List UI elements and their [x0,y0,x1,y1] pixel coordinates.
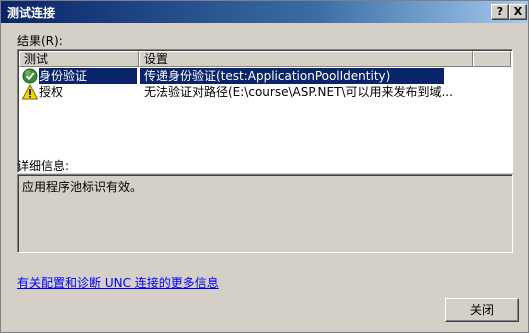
window-title: 测试连接 [7,6,56,20]
listview-header: 测试 设置 [19,51,511,67]
details-label: 详细信息: [17,159,70,173]
column-header-filler [473,51,511,67]
close-window-button[interactable]: X [509,4,527,20]
row-setting: 传递身份验证(test:ApplicationPoolIdentity) [140,68,444,84]
column-header-test[interactable]: 测试 [19,51,139,67]
results-label: 结果(R): [17,34,63,48]
results-listview[interactable]: 测试 设置 身份验证 传递身份验证(test:ApplicationPoolId… [17,49,513,173]
unc-help-link[interactable]: 有关配置和诊断 UNC 连接的更多信息 [17,274,219,291]
list-item[interactable]: 授权 无法验证对路径(E:\course\ASP.NET\可以用来发布到域... [19,84,511,100]
column-header-setting[interactable]: 设置 [139,51,473,67]
details-box[interactable]: 应用程序池标识有效。 [17,174,513,253]
row-test-name: 授权 [39,85,64,99]
close-button[interactable]: 关闭 [445,298,519,322]
details-text: 应用程序池标识有效。 [22,180,143,194]
row-setting: 无法验证对路径(E:\course\ASP.NET\可以用来发布到域... [144,85,453,99]
test-connection-dialog: 测试连接 ? X 结果(R): 测试 设置 身份验证 传递身份验证(test:A… [0,0,529,333]
help-button[interactable]: ? [491,4,509,20]
list-item[interactable]: 身份验证 传递身份验证(test:ApplicationPoolIdentity… [19,68,511,84]
row-test-name: 身份验证 [39,68,137,84]
success-check-icon [22,68,38,84]
warning-icon [22,84,38,100]
title-bar[interactable]: 测试连接 ? X [1,1,528,23]
